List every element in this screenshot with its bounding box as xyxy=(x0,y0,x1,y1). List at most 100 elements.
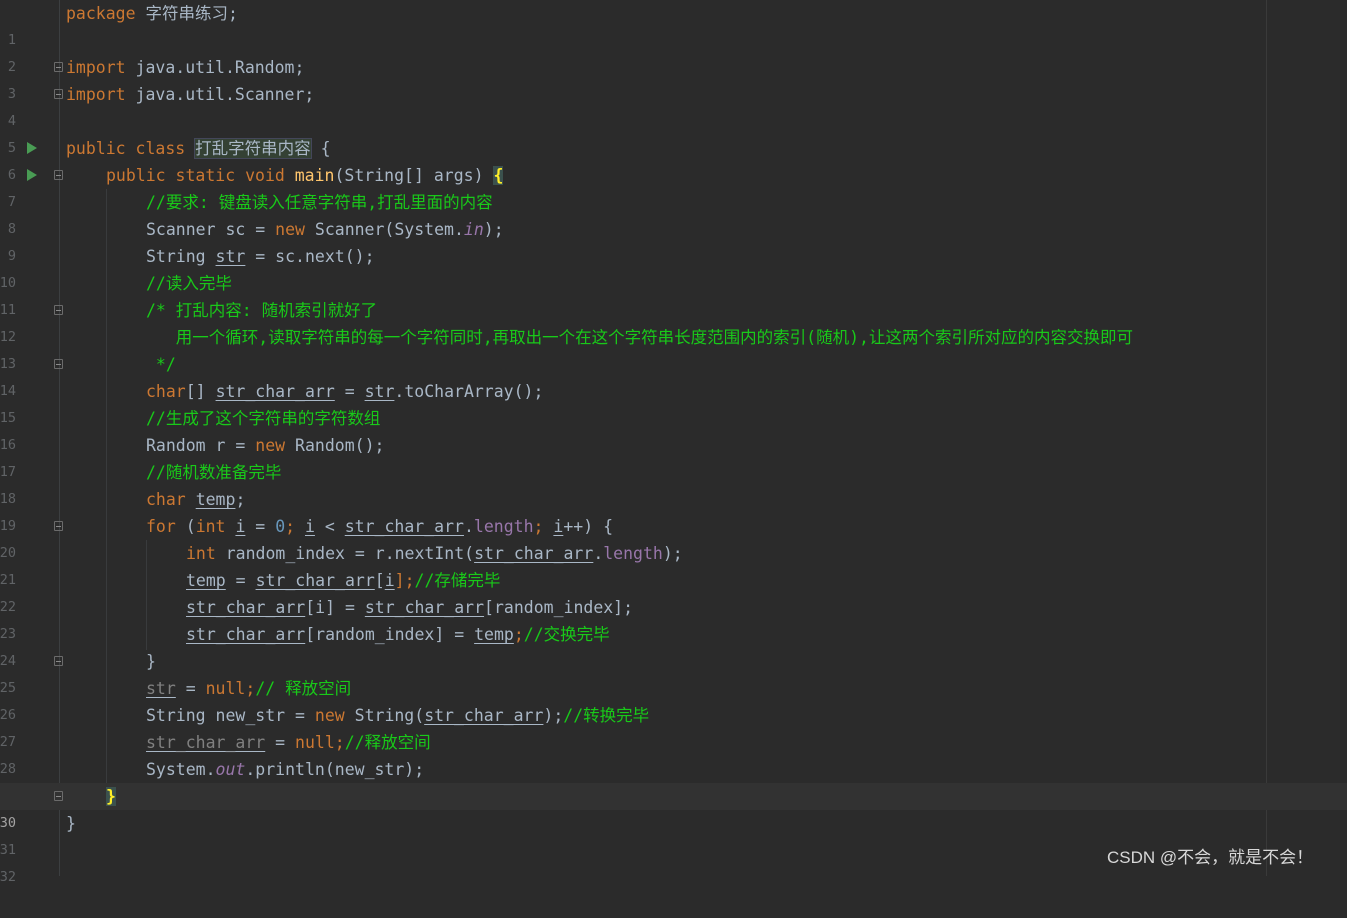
code-line-2[interactable]: 2 xyxy=(0,27,1347,75)
static-field: in xyxy=(463,220,484,239)
code-text: java.util.Random; xyxy=(125,58,305,77)
comment: //读入完毕 xyxy=(146,274,232,293)
code-line-15[interactable]: 15 char[] str_char_arr = str.toCharArray… xyxy=(0,378,1347,426)
code-line-29[interactable]: 29 System.out.println(new_str); xyxy=(0,756,1347,804)
code-text: [random_index]; xyxy=(484,598,634,617)
comment: /* 打乱内容: 随机索引就好了 xyxy=(146,301,378,320)
code-line-27[interactable]: 27 String new_str = new String(str_char_… xyxy=(0,702,1347,750)
comment: // 释放空间 xyxy=(255,679,352,698)
comment: //转换完毕 xyxy=(563,706,650,725)
run-icon[interactable] xyxy=(27,169,37,181)
code-text: ++) { xyxy=(563,517,613,536)
code-text: Random(); xyxy=(285,436,385,455)
code-line-6[interactable]: 6 public class 打乱字符串内容 { xyxy=(0,135,1347,183)
code-line-28[interactable]: 28 str_char_arr = null;//释放空间 xyxy=(0,729,1347,777)
fold-icon[interactable] xyxy=(54,359,63,369)
comment: 用一个循环,读取字符串的每一个字符同时,再取出一个在这个字符串长度范围内的索引(… xyxy=(146,328,1133,347)
run-icon[interactable] xyxy=(27,142,37,154)
code-line-11[interactable]: 11 //读入完毕 xyxy=(0,270,1347,318)
comment: */ xyxy=(146,355,176,374)
field: length xyxy=(603,544,663,563)
code-line-9[interactable]: 9 Scanner sc = new Scanner(System.in); xyxy=(0,216,1347,264)
code-line-17[interactable]: 17 Random r = new Random(); xyxy=(0,432,1347,480)
code-line-18[interactable]: 18 //随机数准备完毕 xyxy=(0,459,1347,507)
code-line-1[interactable]: 1 package 字符串练习; xyxy=(0,0,1347,48)
keyword: public static void xyxy=(106,166,295,185)
code-editor[interactable]: 1 package 字符串练习; 2 3 import java.util.Ra… xyxy=(0,0,1347,885)
watermark: CSDN @不会，就是不会！ xyxy=(1107,848,1314,867)
fold-icon[interactable] xyxy=(54,791,63,801)
code-line-10[interactable]: 10 String str = sc.next(); xyxy=(0,243,1347,291)
reassigned-variable: str_char_arr xyxy=(186,598,306,617)
code-line-25[interactable]: 25 } xyxy=(0,648,1347,696)
code-text: = sc.next(); xyxy=(245,247,375,266)
keyword: import xyxy=(66,58,126,77)
comment: //随机数准备完毕 xyxy=(146,463,282,482)
code-line-22[interactable]: 22 temp = str_char_arr[i];//存储完毕 xyxy=(0,567,1347,615)
code-text: ); xyxy=(543,706,564,725)
code-text: String( xyxy=(344,706,425,725)
code-line-7[interactable]: 7 public static void main(String[] args)… xyxy=(0,162,1347,210)
code-text: [] xyxy=(185,382,216,401)
reassigned-variable: str_char_arr xyxy=(146,733,266,752)
code-line-16[interactable]: 16 //生成了这个字符串的字符数组 xyxy=(0,405,1347,453)
code-line-8[interactable]: 8 //要求: 键盘读入任意字符串,打乱里面的内容 xyxy=(0,189,1347,237)
code-line-13[interactable]: 13 用一个循环,读取字符串的每一个字符同时,再取出一个在这个字符串长度范围内的… xyxy=(0,324,1347,372)
code-line-26[interactable]: 26 str = null;// 释放空间 xyxy=(0,675,1347,723)
fold-icon[interactable] xyxy=(54,656,63,666)
fold-icon[interactable] xyxy=(54,170,63,180)
keyword: char xyxy=(146,490,186,509)
keyword: public class xyxy=(66,139,196,158)
code-line-20[interactable]: 20 for (int i = 0; i < str_char_arr.leng… xyxy=(0,513,1347,561)
reassigned-variable: temp xyxy=(186,571,226,590)
reassigned-variable: str_char_arr xyxy=(344,517,464,536)
keyword: new xyxy=(255,436,286,455)
code-text: ; xyxy=(285,517,305,536)
keyword: null xyxy=(205,679,246,698)
code-text: ]; xyxy=(394,571,415,590)
code-line-24[interactable]: 24 str_char_arr[random_index] = temp;//交… xyxy=(0,621,1347,669)
reassigned-variable: str_char_arr xyxy=(424,706,544,725)
keyword: int xyxy=(195,517,226,536)
code-line-23[interactable]: 23 str_char_arr[i] = str_char_arr[random… xyxy=(0,594,1347,642)
code-text: ); xyxy=(662,544,683,563)
code-text: String xyxy=(146,247,216,266)
code-text: { xyxy=(310,139,331,158)
code-text: [random_index] = xyxy=(305,625,475,644)
code-text: [ xyxy=(374,571,385,590)
matched-brace: } xyxy=(106,787,116,806)
reassigned-variable: str_char_arr xyxy=(474,544,594,563)
reassigned-variable: i xyxy=(305,517,315,536)
code-text: random_index = r.nextInt( xyxy=(215,544,475,563)
keyword: import xyxy=(66,85,126,104)
reassigned-variable: str_char_arr xyxy=(186,625,306,644)
code-text: = xyxy=(265,733,296,752)
fold-icon[interactable] xyxy=(54,305,63,315)
reassigned-variable: str_char_arr xyxy=(215,382,335,401)
code-line-30[interactable]: 30 } xyxy=(0,783,1347,831)
code-text: ; xyxy=(245,679,256,698)
comment: //要求: 键盘读入任意字符串,打乱里面的内容 xyxy=(146,193,493,212)
code-text: = xyxy=(225,571,256,590)
code-line-4[interactable]: 4 import java.util.Scanner; xyxy=(0,81,1347,129)
keyword: new xyxy=(314,706,345,725)
code-line-21[interactable]: 21 int random_index = r.nextInt(str_char… xyxy=(0,540,1347,588)
number-literal: 0 xyxy=(275,517,286,536)
code-line-5[interactable]: 5 xyxy=(0,108,1347,156)
code-text: = xyxy=(334,382,365,401)
code-line-31[interactable]: 31 } xyxy=(0,810,1347,858)
code-line-19[interactable]: 19 char temp; xyxy=(0,486,1347,534)
fold-icon[interactable] xyxy=(54,521,63,531)
keyword: char xyxy=(146,382,186,401)
line-number: 32 xyxy=(0,869,16,885)
code-text: ; xyxy=(235,490,246,509)
code-text: .toCharArray(); xyxy=(394,382,544,401)
code-text: ; xyxy=(513,625,524,644)
code-line-12[interactable]: 12 /* 打乱内容: 随机索引就好了 xyxy=(0,297,1347,345)
code-line-3[interactable]: 3 import java.util.Random; xyxy=(0,54,1347,102)
fold-icon[interactable] xyxy=(54,62,63,72)
code-line-14[interactable]: 14 */ xyxy=(0,351,1347,399)
fold-icon[interactable] xyxy=(54,89,63,99)
static-field: out xyxy=(215,760,246,779)
